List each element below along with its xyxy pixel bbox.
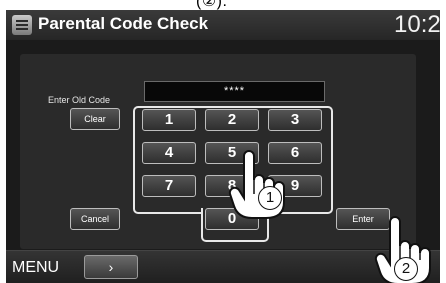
page-title: Parental Code Check [38, 14, 209, 33]
enter-old-code-label: Enter Old Code [48, 95, 111, 105]
step-1-badge: 1 [258, 186, 282, 210]
clear-button[interactable]: Clear [70, 108, 120, 130]
key-7[interactable]: 7 [142, 175, 196, 197]
step-2-badge: 2 [394, 257, 418, 281]
key-2[interactable]: 2 [205, 109, 259, 131]
title-bar: Parental Code Check 10:28 [6, 10, 440, 40]
key-4[interactable]: 4 [142, 142, 196, 164]
cancel-button[interactable]: Cancel [70, 208, 120, 230]
pointing-hand-icon [228, 150, 285, 219]
key-1[interactable]: 1 [142, 109, 196, 131]
device-screen: Parental Code Check 10:28 Enter Old Code… [6, 10, 440, 283]
parental-lock-icon [12, 15, 32, 35]
key-3[interactable]: 3 [268, 109, 322, 131]
clock: 10:28 [394, 11, 440, 38]
top-cropped-caption: (②). [0, 0, 446, 10]
next-page-button[interactable]: › [84, 255, 138, 279]
code-field[interactable]: **** [144, 81, 325, 102]
menu-button[interactable]: MENU [12, 259, 59, 277]
